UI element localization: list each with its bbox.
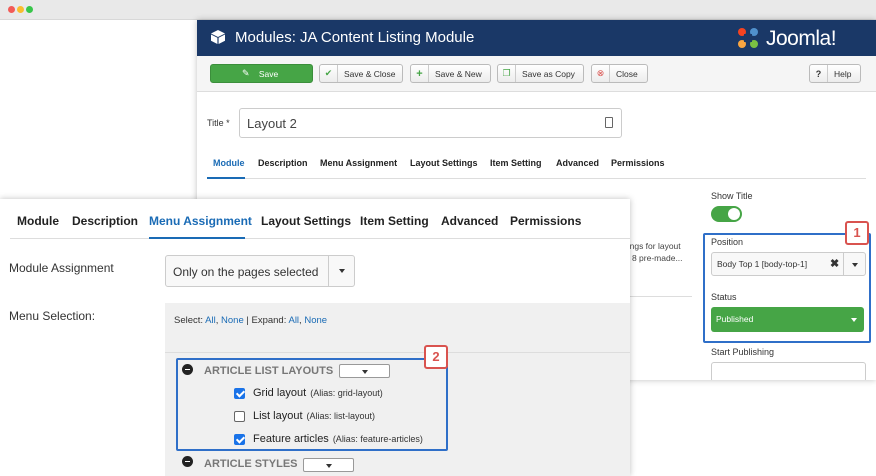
minimize-window-dot[interactable] bbox=[17, 6, 24, 13]
front-tab-bar: Module Description Menu Assignment Layou… bbox=[10, 199, 630, 239]
assignment-dropdown-toggle[interactable] bbox=[328, 256, 354, 286]
chevron-down-icon bbox=[325, 464, 332, 468]
back-tab-module[interactable]: Module bbox=[213, 158, 245, 168]
back-tab-bar: Module Description Menu Assignment Layou… bbox=[207, 157, 866, 179]
active-tab-indicator bbox=[149, 237, 245, 239]
show-title-label: Show Title bbox=[711, 191, 753, 201]
group-options-dropdown[interactable] bbox=[303, 458, 354, 472]
description-snippet-2: s: 8 pre-made... bbox=[623, 253, 683, 263]
edit-icon: ✎ bbox=[242, 68, 250, 78]
joomla-logo: Joomla! bbox=[735, 25, 837, 51]
plus-icon: + bbox=[411, 65, 429, 82]
callout-badge-1: 1 bbox=[845, 221, 869, 245]
divider bbox=[165, 352, 630, 353]
back-tab-menu-assignment[interactable]: Menu Assignment bbox=[320, 158, 397, 168]
module-assignment-select[interactable]: Only on the pages selected bbox=[165, 255, 355, 287]
expand-none-link[interactable]: None bbox=[304, 315, 327, 326]
close-icon: ⊗ bbox=[592, 65, 610, 82]
joomla-logo-icon bbox=[738, 28, 758, 48]
start-publishing-label: Start Publishing bbox=[711, 347, 775, 357]
back-tab-layout-settings[interactable]: Layout Settings bbox=[410, 158, 478, 168]
back-tab-advanced[interactable]: Advanced bbox=[556, 158, 599, 168]
callout-box-1 bbox=[703, 233, 871, 343]
select-expand-links: Select: All, None | Expand: All, None bbox=[174, 315, 328, 326]
save-close-button[interactable]: ✔ Save & Close bbox=[319, 64, 403, 83]
help-button[interactable]: ? Help bbox=[809, 64, 861, 83]
menu-selection-label: Menu Selection: bbox=[9, 309, 96, 323]
tab-item-setting[interactable]: Item Setting bbox=[360, 214, 429, 228]
show-title-toggle[interactable] bbox=[711, 206, 742, 222]
select-none-link[interactable]: None bbox=[221, 315, 244, 326]
description-snippet-1: ttings for layout bbox=[623, 241, 681, 251]
save-copy-button[interactable]: ❐ Save as Copy bbox=[497, 64, 584, 83]
tab-permissions[interactable]: Permissions bbox=[510, 214, 581, 228]
chevron-down-icon bbox=[339, 269, 345, 273]
question-icon: ? bbox=[810, 65, 828, 82]
close-window-dot[interactable] bbox=[8, 6, 15, 13]
save-new-button[interactable]: + Save & New bbox=[410, 64, 491, 83]
field-icon bbox=[605, 117, 613, 128]
collapse-group-icon[interactable] bbox=[182, 456, 193, 467]
group-title-article-styles: ARTICLE STYLES bbox=[204, 458, 298, 470]
check-icon: ✔ bbox=[320, 65, 338, 82]
callout-badge-2: 2 bbox=[424, 345, 448, 369]
toggle-knob bbox=[728, 208, 740, 220]
tab-menu-assignment[interactable]: Menu Assignment bbox=[149, 214, 252, 228]
start-publishing-input[interactable] bbox=[711, 362, 866, 380]
title-value: Layout 2 bbox=[247, 116, 297, 131]
tab-advanced[interactable]: Advanced bbox=[441, 214, 498, 228]
callout-box-2 bbox=[176, 358, 448, 451]
module-assignment-label: Module Assignment bbox=[9, 261, 114, 275]
expand-all-link[interactable]: All bbox=[288, 315, 299, 326]
title-input[interactable]: Layout 2 bbox=[239, 108, 622, 138]
tab-description[interactable]: Description bbox=[72, 214, 138, 228]
logo-text: Joomla! bbox=[766, 27, 837, 50]
close-button[interactable]: ⊗ Close bbox=[591, 64, 648, 83]
save-button[interactable]: ✎ Save bbox=[210, 64, 313, 83]
active-tab-indicator bbox=[207, 177, 245, 179]
title-label: Title * bbox=[207, 118, 230, 128]
module-assignment-value: Only on the pages selected bbox=[173, 265, 319, 279]
back-tab-description[interactable]: Description bbox=[258, 158, 308, 168]
toolbar: ✎ Save ✔ Save & Close + Save & New ❐ Sav… bbox=[197, 56, 876, 92]
copy-icon: ❐ bbox=[498, 65, 516, 82]
page-title: Modules: JA Content Listing Module bbox=[235, 29, 475, 46]
admin-header: Modules: JA Content Listing Module Jooml… bbox=[197, 20, 876, 56]
back-tab-permissions[interactable]: Permissions bbox=[611, 158, 665, 168]
window-titlebar bbox=[0, 0, 876, 20]
cube-icon bbox=[211, 30, 225, 44]
select-all-link[interactable]: All bbox=[205, 315, 216, 326]
maximize-window-dot[interactable] bbox=[26, 6, 33, 13]
back-tab-item-setting[interactable]: Item Setting bbox=[490, 158, 542, 168]
tab-module[interactable]: Module bbox=[17, 214, 59, 228]
tab-layout-settings[interactable]: Layout Settings bbox=[261, 214, 351, 228]
divider bbox=[630, 296, 692, 297]
